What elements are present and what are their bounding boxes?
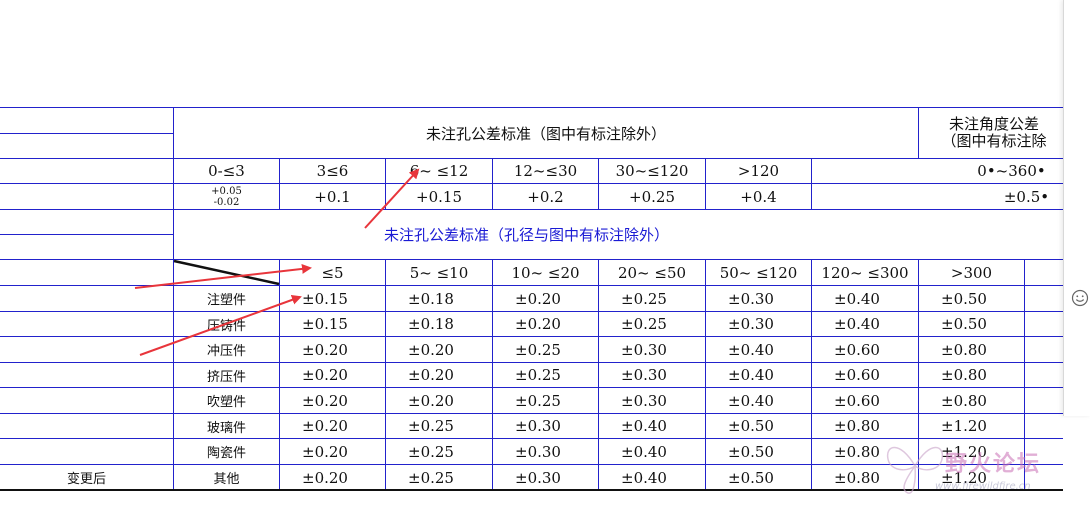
- watermark-url: www.firewildfire.cn: [935, 481, 1031, 492]
- arrow-2: [134, 263, 312, 289]
- arrow-1: [364, 168, 420, 229]
- smiley-icon[interactable]: [1071, 289, 1089, 307]
- annotation-arrows: [134, 168, 420, 356]
- arrow-3: [139, 295, 302, 356]
- side-panel: [1063, 0, 1090, 416]
- watermark-text: 野火论坛: [945, 452, 1042, 477]
